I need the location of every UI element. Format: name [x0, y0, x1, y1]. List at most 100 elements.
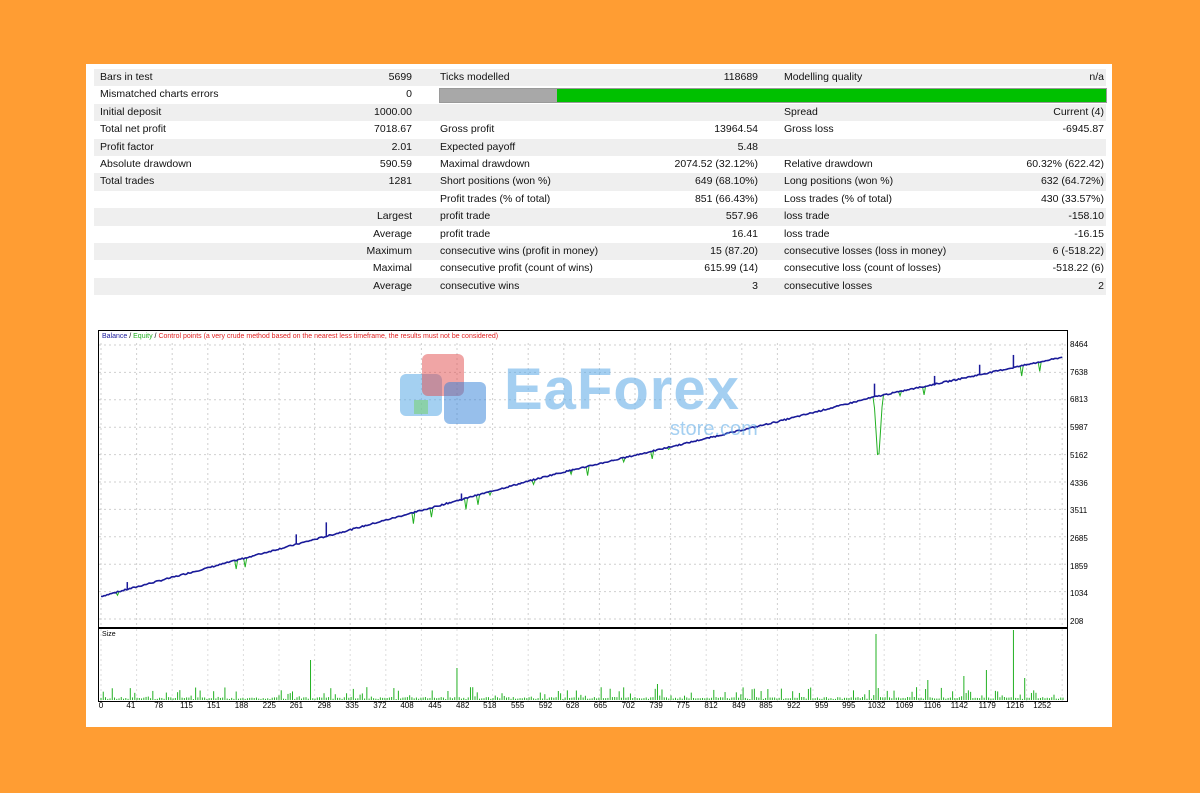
stats-row: Bars in test 5699 Ticks modelled 118689 Mode…: [94, 69, 1106, 87]
stats-row: Initial deposit 1000.00 Spread Current (4): [94, 103, 1106, 122]
x-tick-label: 1216: [1006, 701, 1024, 710]
stats-cell-l3: loss trade: [784, 210, 830, 223]
x-tick-label: 592: [538, 701, 553, 710]
stats-cell-l2: profit trade: [440, 210, 491, 223]
x-tick-label: 995: [842, 701, 856, 710]
stats-cell-l3: Modelling quality: [784, 71, 863, 83]
stats-row: Maximal consecutive profit (count of wins…: [94, 260, 1106, 277]
x-tick-label: 298: [317, 701, 331, 710]
stats-cell-v2: 557.96: [725, 210, 758, 223]
stats-cell-l3: consecutive loss (count of losses): [784, 262, 941, 275]
x-tick-label: 225: [262, 701, 276, 710]
stats-cell-v2: 5.48: [737, 140, 758, 153]
x-tick-label: 702: [621, 701, 635, 710]
stats-cell-l3: Long positions (won %): [784, 175, 894, 188]
x-tick-label: 408: [400, 701, 414, 710]
x-tick-label: 628: [565, 701, 580, 710]
x-tick-label: 665: [593, 701, 608, 710]
stats-cell-v2: 2074.52 (32.12%): [674, 157, 758, 170]
y-tick-label: 2685: [1070, 533, 1088, 543]
stats-cell-l1: Profit factor: [100, 140, 154, 153]
y-tick-label: 5162: [1070, 450, 1088, 460]
stats-cell-l1: Total trades: [100, 175, 155, 188]
x-tick-label: 812: [704, 701, 718, 710]
x-tick-label: 482: [456, 701, 470, 710]
stats-row: Average consecutive wins 3 consecutive loss…: [94, 277, 1106, 296]
stats-row: Total trades 1281 Short positions (won %) 6…: [94, 173, 1106, 191]
stats-row: Profit trades (% of total) 851 (66.43%) Lo…: [94, 191, 1106, 208]
x-tick-label: 78: [154, 701, 164, 710]
stats-cell-v3: n/a: [1089, 71, 1104, 83]
quality-bar-fill: [440, 89, 558, 103]
stats-cell-l1: Bars in test: [100, 71, 153, 83]
stats-cell-v2: 13964.54: [714, 123, 758, 136]
stats-cell-v1: 1281: [388, 175, 412, 188]
y-tick-label: 208: [1070, 617, 1084, 626]
stats-cell-v2: 649 (68.10%): [694, 175, 758, 188]
y-tick-label: 1859: [1070, 561, 1088, 571]
stats-cell-v3: -158.10: [1068, 210, 1104, 223]
stats-cell-v1: [254, 191, 412, 208]
stats-cell-v2: 851 (66.43%): [694, 192, 758, 205]
stats-row: Total net profit 7018.67 Gross profit 13964…: [94, 121, 1106, 138]
x-tick-label: 1142: [950, 701, 968, 710]
x-tick-label: 151: [206, 701, 221, 710]
y-axis: 8464 7638 6813 5987 5162 4336 3511 2685 1859 1034…: [1070, 330, 1110, 630]
x-tick-label: 849: [732, 701, 746, 710]
stats-cell-l3: consecutive losses: [784, 279, 873, 292]
stats-cell-v3: -518.22 (6): [1052, 262, 1104, 275]
stats-cell-l2: consecutive wins: [440, 279, 520, 292]
stats-cell-v2: 15 (87.20): [710, 244, 758, 257]
stats-cell-v2: 118689: [723, 71, 758, 83]
stats-cell-l2: profit trade: [440, 227, 491, 240]
stats-cell-l2: Maximal drawdown: [440, 157, 530, 170]
x-tick-label: 335: [345, 701, 359, 710]
x-tick-label: 1106: [923, 701, 941, 710]
x-tick-label: 261: [289, 701, 304, 710]
stats-cell-l1: Absolute drawdown: [100, 157, 192, 170]
stats-cell-v2: 16.41: [731, 227, 758, 240]
stats-cell-v3: 60.32% (622.42): [1026, 157, 1104, 170]
stats-cell-v1: Maximal: [372, 262, 412, 275]
stats-cell-v1: 1000.00: [374, 105, 412, 118]
balance-chart: Balance / Equity / Control points (a ver…: [98, 330, 1068, 628]
stats-cell-l2: consecutive wins (profit in money): [440, 244, 599, 257]
x-tick-label: 0: [98, 701, 104, 710]
balance-equity-plot: [99, 343, 1067, 625]
y-tick-label: 1034: [1070, 589, 1088, 599]
stats-cell-l3: consecutive losses (loss in money): [784, 244, 947, 257]
stats-cell-l2: Expected payoff: [440, 140, 516, 153]
stats-row: Mismatched charts errors 0: [94, 86, 1107, 104]
stats-row: Profit factor 2.01 Expected payoff 5.48: [94, 138, 1106, 156]
stats-cell-v3: -6945.87: [1062, 123, 1104, 136]
stats-cell-l1: Total net profit: [100, 123, 166, 136]
stats-cell-v1: 0: [406, 88, 412, 101]
x-tick-label: 445: [428, 701, 442, 710]
stats-cell-l2: consecutive profit (count of wins): [440, 262, 593, 275]
y-tick-label: 8464: [1070, 340, 1088, 349]
equity-line: [100, 356, 1063, 597]
stats-cell-v2: 615.99 (14): [704, 262, 758, 275]
stats-cell-v3: 430 (33.57%): [1040, 192, 1104, 205]
y-tick-label: 4336: [1070, 478, 1088, 488]
x-tick-label: 372: [373, 701, 387, 710]
stats-cell-l1: Mismatched charts errors: [100, 88, 219, 101]
stats-cell-l3: Relative drawdown: [784, 157, 873, 170]
stats-cell-v1: 5699: [388, 71, 412, 83]
stats-row: Largest profit trade 557.96 loss trade -158.…: [94, 208, 1106, 226]
report-panel: Bars in test 5699 Ticks modelled 118689 Mode…: [86, 64, 1112, 727]
stats-cell-v3: 6 (-518.22): [1052, 244, 1104, 257]
y-tick-label: 6813: [1070, 395, 1088, 405]
size-chart: Size: [98, 628, 1068, 702]
stats-cell-l2: Short positions (won %): [440, 175, 551, 188]
stats-cell-v1: 7018.67: [374, 123, 412, 136]
y-tick-label: 7638: [1070, 367, 1088, 377]
stats-cell-l2: Ticks modelled: [440, 71, 510, 83]
stats-cell-v1: 2.01: [391, 140, 412, 153]
x-tick-label: 775: [676, 701, 690, 710]
x-tick-label: 959: [814, 701, 829, 710]
x-axis: 0 41 78 115 151 188 225 261 298 335 372 408 445 482 51…: [98, 701, 1066, 713]
stats-table: Bars in test 5699 Ticks modelled 118689 Mode…: [94, 69, 1107, 296]
stats-cell-l3: Spread: [784, 105, 818, 118]
stats-cell-v3: [944, 139, 1104, 156]
